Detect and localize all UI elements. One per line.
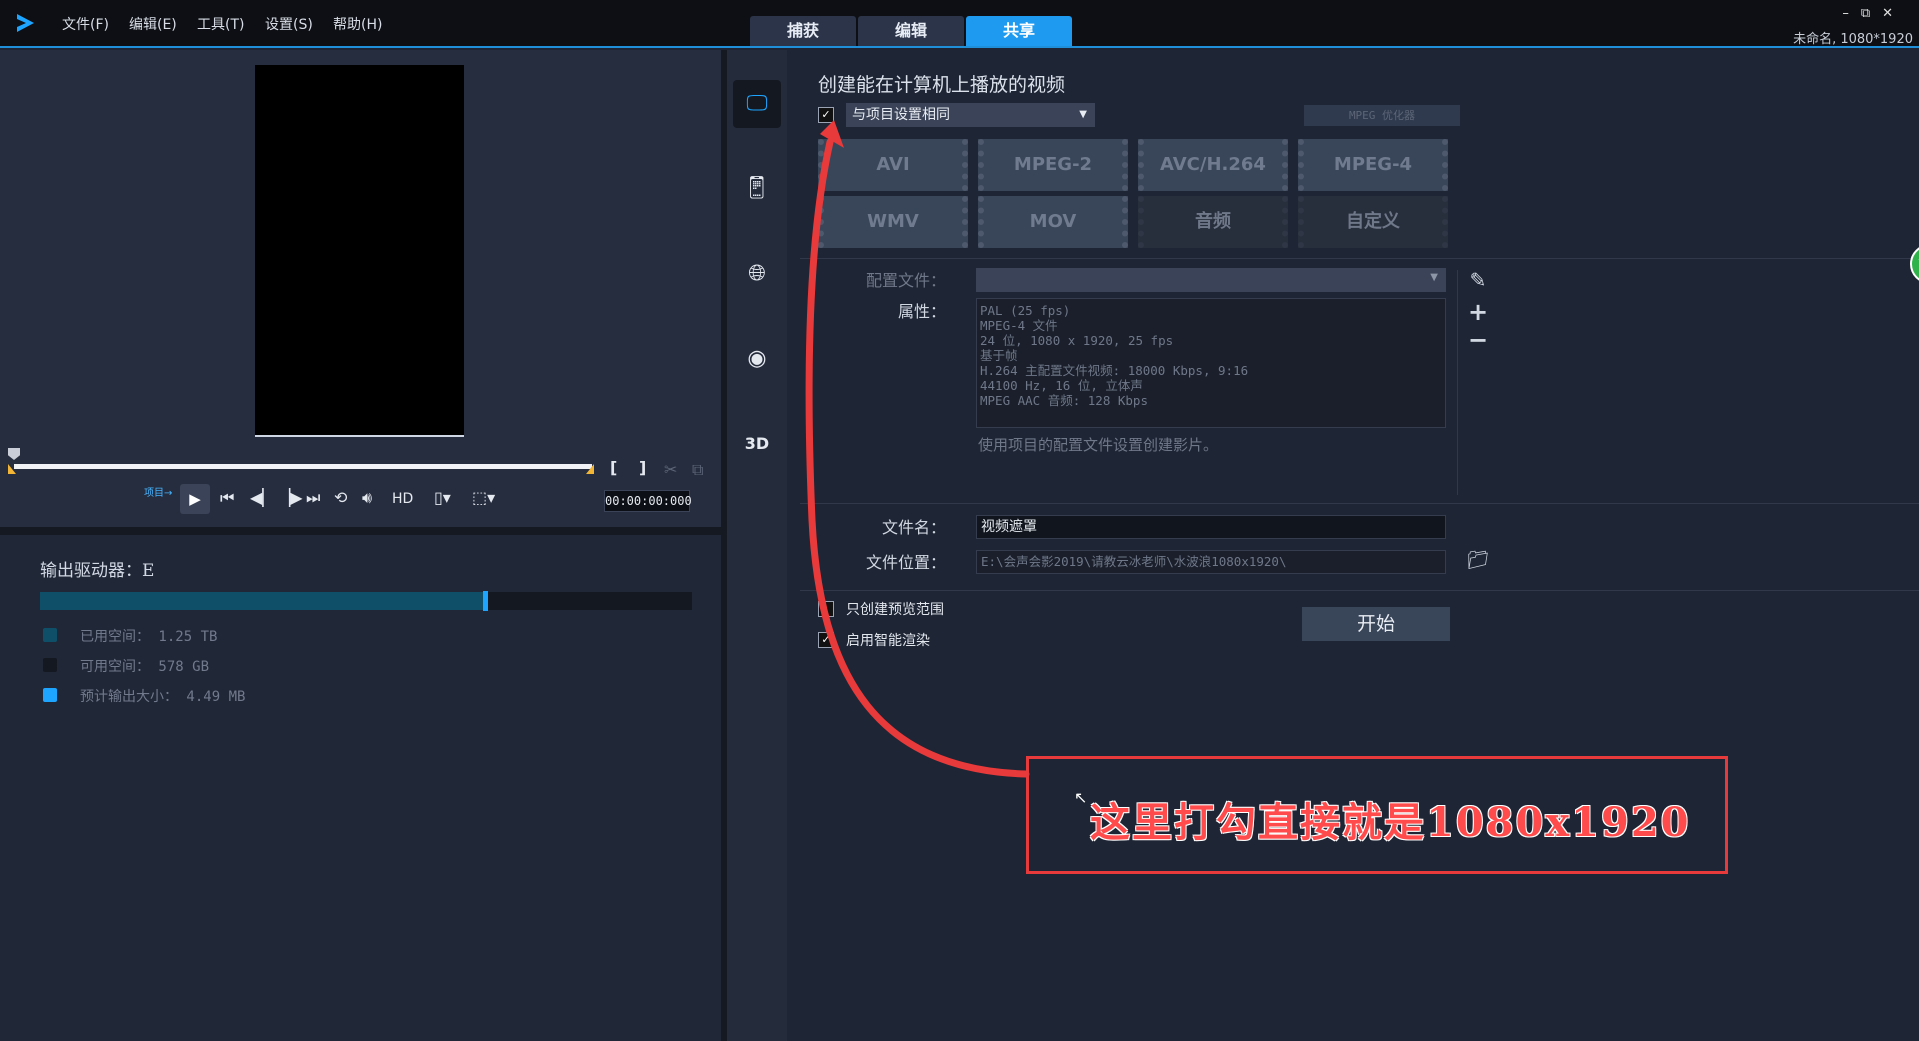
add-profile-icon[interactable]: + bbox=[1466, 298, 1490, 326]
mpeg-optimizer-button[interactable]: MPEG 优化器 bbox=[1304, 105, 1460, 126]
free-space-label: 可用空间： 578 GB bbox=[80, 659, 210, 675]
volume-icon[interactable]: 🔊︎ bbox=[362, 488, 372, 508]
menu-tools[interactable]: 工具(T) bbox=[197, 14, 244, 34]
output-drive-label: 输出驱动器：E bbox=[40, 561, 155, 581]
property-line: MPEG AAC 音频: 128 Kbps bbox=[980, 393, 1148, 408]
annotation-text: 这里打勾直接就是1080x1920 bbox=[1090, 799, 1691, 846]
previous-frame-icon[interactable]: ◀▏ bbox=[250, 488, 275, 507]
hd-toggle[interactable]: HD bbox=[392, 491, 413, 507]
annotation-arrow bbox=[805, 120, 1030, 778]
tab-capture[interactable]: 捕获 bbox=[750, 16, 856, 46]
property-line: 24 位, 1080 x 1920, 25 fps bbox=[980, 333, 1174, 348]
used-space-swatch bbox=[43, 628, 57, 642]
format-audio-button[interactable]: 音频 bbox=[1138, 196, 1288, 248]
drive-usage-fill bbox=[40, 592, 484, 610]
play-icon[interactable]: ▶ bbox=[180, 484, 210, 514]
format-avc-button[interactable]: AVC/H.264 bbox=[1138, 139, 1288, 191]
drive-usage-bar bbox=[40, 591, 692, 611]
filename-input[interactable]: 视频遮罩 bbox=[976, 515, 1446, 539]
estimated-size-label: 预计输出大小： 4.49 MB bbox=[80, 689, 246, 705]
estimated-output-marker bbox=[483, 591, 489, 611]
resize-preview-icon[interactable]: ⬚▾ bbox=[472, 488, 495, 507]
profile-dropdown[interactable]: ▼ bbox=[976, 268, 1446, 292]
scrubber-track[interactable] bbox=[14, 464, 592, 469]
property-line: 44100 Hz, 16 位, 立体声 bbox=[980, 378, 1143, 393]
format-custom-button[interactable]: 自定义 bbox=[1298, 196, 1448, 248]
free-space-swatch bbox=[43, 658, 57, 672]
estimated-size-swatch bbox=[43, 688, 57, 702]
property-line: H.264 主配置文件视频: 18000 Kbps, 9:16 bbox=[980, 363, 1249, 378]
split-clip-icon[interactable]: ✂ bbox=[664, 460, 677, 479]
go-to-end-icon[interactable]: ⏭ bbox=[306, 488, 320, 508]
menu-edit[interactable]: 编辑(E) bbox=[129, 14, 177, 34]
menu-file[interactable]: 文件(F) bbox=[62, 14, 109, 34]
repeat-icon[interactable]: ⟲ bbox=[334, 488, 347, 507]
pane-divider[interactable] bbox=[0, 527, 721, 535]
tab-edit[interactable]: 编辑 bbox=[858, 16, 964, 46]
divider bbox=[1457, 270, 1458, 495]
app-logo-icon bbox=[17, 14, 34, 32]
next-frame-icon[interactable]: ▕▶ bbox=[278, 488, 303, 507]
used-space-label: 已用空间： 1.25 TB bbox=[80, 629, 218, 645]
mark-out-button[interactable]: ] bbox=[639, 458, 646, 477]
window-controls[interactable]: –⧉✕ bbox=[1842, 6, 1905, 21]
property-line: 基于帧 bbox=[980, 348, 1018, 363]
timecode-display[interactable]: 00:00:00:000 bbox=[604, 490, 692, 512]
remove-profile-icon[interactable]: − bbox=[1466, 326, 1490, 354]
menu-help[interactable]: 帮助(H) bbox=[333, 14, 382, 34]
menu-settings[interactable]: 设置(S) bbox=[265, 14, 313, 34]
copy-clip-icon[interactable]: ⧉ bbox=[692, 460, 703, 480]
drive-info-pane bbox=[0, 535, 721, 1041]
project-name: 未命名, 1080*1920 bbox=[1793, 32, 1913, 47]
mouse-cursor-icon: ↖ bbox=[1074, 788, 1088, 807]
mark-in-button[interactable]: [ bbox=[610, 458, 617, 477]
format-mpeg4-button[interactable]: MPEG-4 bbox=[1298, 139, 1448, 191]
device-preview-icon[interactable]: ▯▾ bbox=[434, 488, 451, 507]
filepath-input[interactable]: E:\会声会影2019\请教云冰老师\水波浪1080x1920\ bbox=[976, 550, 1446, 574]
start-button[interactable]: 开始 bbox=[1302, 607, 1450, 641]
chevron-down-icon: ▼ bbox=[1430, 272, 1438, 283]
go-to-start-icon[interactable]: ⏮ bbox=[220, 488, 234, 508]
chevron-down-icon: ▼ bbox=[1079, 109, 1087, 120]
tab-share[interactable]: 共享 bbox=[966, 16, 1072, 46]
property-line: MPEG-4 文件 bbox=[980, 318, 1058, 333]
page-title: 创建能在计算机上播放的视频 bbox=[818, 74, 1066, 96]
edit-pencil-icon[interactable]: ✎ bbox=[1466, 268, 1490, 292]
project-mode-label[interactable]: 项目→ bbox=[144, 484, 172, 499]
properties-box: PAL (25 fps) MPEG-4 文件 24 位, 1080 x 1920… bbox=[976, 298, 1446, 428]
property-line: PAL (25 fps) bbox=[980, 303, 1071, 318]
preview-screen bbox=[255, 65, 464, 437]
browse-folder-icon[interactable]: 📁︎ bbox=[1466, 550, 1490, 571]
